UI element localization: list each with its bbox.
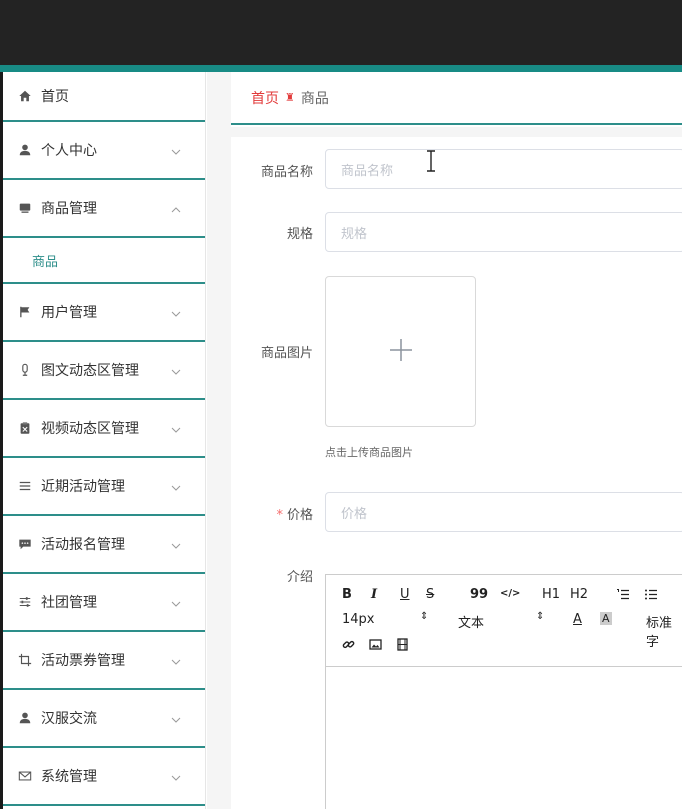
sidebar-item-club-management[interactable]: 社团管理 bbox=[3, 574, 205, 632]
intro-label: 介绍 bbox=[286, 570, 313, 585]
sidebar-item-hanfu-exchange[interactable]: 汉服交流 bbox=[3, 690, 205, 748]
mic-icon bbox=[17, 362, 33, 378]
underline-button[interactable]: U bbox=[400, 587, 410, 602]
sidebar-item-label: 视频动态区管理 bbox=[41, 421, 139, 437]
sidebar-item-home[interactable]: 首页 bbox=[3, 72, 205, 122]
chevron-down-icon bbox=[171, 145, 181, 155]
upload-tip: 点击上传商品图片 bbox=[325, 446, 413, 459]
sidebar-item-label: 系统管理 bbox=[41, 769, 97, 785]
list-icon bbox=[17, 478, 33, 494]
font-size-select[interactable]: 14px bbox=[342, 612, 375, 627]
code-block-button[interactable]: </> bbox=[500, 588, 520, 599]
header2-button[interactable]: H2 bbox=[570, 587, 588, 602]
sidebar-item-video-management[interactable]: 视频动态区管理 bbox=[3, 400, 205, 458]
header1-button[interactable]: H1 bbox=[542, 587, 560, 602]
italic-button[interactable]: I bbox=[371, 587, 377, 602]
user-icon bbox=[17, 710, 33, 726]
font-size-arrows-icon: ⇕ bbox=[420, 611, 429, 622]
strike-button[interactable]: S bbox=[426, 587, 434, 602]
monitor-icon bbox=[17, 200, 33, 216]
price-label-text: 价格 bbox=[286, 508, 313, 523]
sidebar-menu: 首页 个人中心 商品管理 商品 用户管理 图文动态区管理 视频动态区管理 近期活… bbox=[3, 72, 206, 809]
sidebar-item-label: 活动票券管理 bbox=[41, 653, 125, 669]
sidebar-item-label: 社团管理 bbox=[41, 595, 97, 611]
sidebar-item-label: 个人中心 bbox=[41, 143, 97, 159]
sidebar-item-label: 首页 bbox=[41, 89, 69, 105]
align-select[interactable]: 标准字 bbox=[646, 612, 682, 650]
spec-label: 规格 bbox=[286, 227, 313, 242]
goods-name-input[interactable]: 商品名称 bbox=[325, 149, 682, 189]
image-upload-button[interactable] bbox=[325, 276, 476, 427]
required-mark: * bbox=[276, 508, 283, 523]
sidebar-item-label: 近期活动管理 bbox=[41, 479, 125, 495]
sidebar-item-label: 活动报名管理 bbox=[41, 537, 125, 553]
header-accent-stripe bbox=[0, 65, 682, 72]
chevron-down-icon bbox=[171, 771, 181, 781]
chevron-down-icon bbox=[171, 713, 181, 723]
form-panel: 首页 ♜ 商品 商品名称 商品名称 规格 规格 商品图片 点击上传商品图片 * 价… bbox=[231, 72, 682, 809]
editor-toolbar: B I U S 99 </> H1 H2 14px ⇕ 文本 ⇕ A A 标准字 bbox=[326, 575, 682, 667]
sidebar-item-system-management[interactable]: 系统管理 bbox=[3, 748, 205, 806]
sidebar-item-label: 图文动态区管理 bbox=[41, 363, 139, 379]
price-input[interactable]: 价格 bbox=[325, 492, 682, 532]
spec-input[interactable]: 规格 bbox=[325, 212, 682, 252]
video-icon[interactable] bbox=[396, 638, 409, 651]
price-placeholder: 价格 bbox=[341, 506, 368, 522]
sidebar-item-label: 汉服交流 bbox=[41, 711, 97, 727]
sidebar-item-recent-activity[interactable]: 近期活动管理 bbox=[3, 458, 205, 516]
bold-button[interactable]: B bbox=[342, 587, 352, 602]
breadcrumb-current: 商品 bbox=[300, 90, 329, 107]
ordered-list-icon[interactable] bbox=[616, 588, 629, 601]
chat-icon bbox=[17, 536, 33, 552]
plus-icon bbox=[388, 337, 414, 367]
clipboard-icon bbox=[17, 420, 33, 436]
section-gap bbox=[231, 127, 682, 137]
link-icon[interactable] bbox=[342, 638, 355, 651]
goods-name-label: 商品名称 bbox=[260, 165, 313, 180]
sidebar-item-user-management[interactable]: 用户管理 bbox=[3, 284, 205, 342]
home-icon bbox=[17, 88, 33, 104]
header-select[interactable]: 文本 bbox=[458, 612, 484, 631]
background-color-button[interactable]: A bbox=[600, 612, 612, 625]
price-label: * 价格 bbox=[231, 504, 313, 523]
chevron-down-icon bbox=[171, 423, 181, 433]
chevron-down-icon bbox=[171, 655, 181, 665]
font-color-button[interactable]: A bbox=[573, 612, 582, 627]
sidebar-item-activity-signup[interactable]: 活动报名管理 bbox=[3, 516, 205, 574]
header-arrows-icon: ⇕ bbox=[536, 611, 545, 622]
chevron-down-icon bbox=[171, 597, 181, 607]
goods-image-label: 商品图片 bbox=[260, 346, 313, 361]
blockquote-button[interactable]: 99 bbox=[470, 587, 488, 602]
sidebar-item-image-text-management[interactable]: 图文动态区管理 bbox=[3, 342, 205, 400]
chevron-down-icon bbox=[171, 365, 181, 375]
user-icon bbox=[17, 142, 33, 158]
bullet-list-icon[interactable] bbox=[644, 588, 657, 601]
text-cursor-icon bbox=[426, 150, 436, 172]
sidebar-item-ticket-management[interactable]: 活动票券管理 bbox=[3, 632, 205, 690]
top-header-bar bbox=[0, 0, 682, 72]
image-icon[interactable] bbox=[369, 638, 382, 651]
breadcrumb-separator-icon: ♜ bbox=[285, 91, 295, 104]
spec-placeholder: 规格 bbox=[341, 226, 368, 242]
chevron-down-icon bbox=[171, 307, 181, 317]
sidebar-subitem-goods[interactable]: 商品 bbox=[3, 238, 205, 284]
sidebar-subitem-label: 商品 bbox=[32, 254, 59, 270]
chevron-down-icon bbox=[171, 539, 181, 549]
chevron-down-icon bbox=[171, 481, 181, 491]
rich-text-editor: B I U S 99 </> H1 H2 14px ⇕ 文本 ⇕ A A 标准字 bbox=[325, 574, 682, 809]
chevron-up-icon bbox=[171, 203, 181, 213]
flag-icon bbox=[17, 304, 33, 320]
crop-icon bbox=[17, 652, 33, 668]
sliders-icon bbox=[17, 594, 33, 610]
sidebar-item-goods-management[interactable]: 商品管理 bbox=[3, 180, 205, 238]
goods-name-placeholder: 商品名称 bbox=[341, 163, 394, 179]
sidebar-item-personal-center[interactable]: 个人中心 bbox=[3, 122, 205, 180]
breadcrumb: 首页 ♜ 商品 bbox=[231, 72, 682, 125]
sidebar-item-label: 商品管理 bbox=[41, 201, 97, 217]
mail-icon bbox=[17, 768, 33, 784]
main-content: 首页 ♜ 商品 商品名称 商品名称 规格 规格 商品图片 点击上传商品图片 * 价… bbox=[207, 72, 682, 809]
sidebar-item-label: 用户管理 bbox=[41, 305, 97, 321]
breadcrumb-home-link[interactable]: 首页 bbox=[251, 88, 279, 108]
